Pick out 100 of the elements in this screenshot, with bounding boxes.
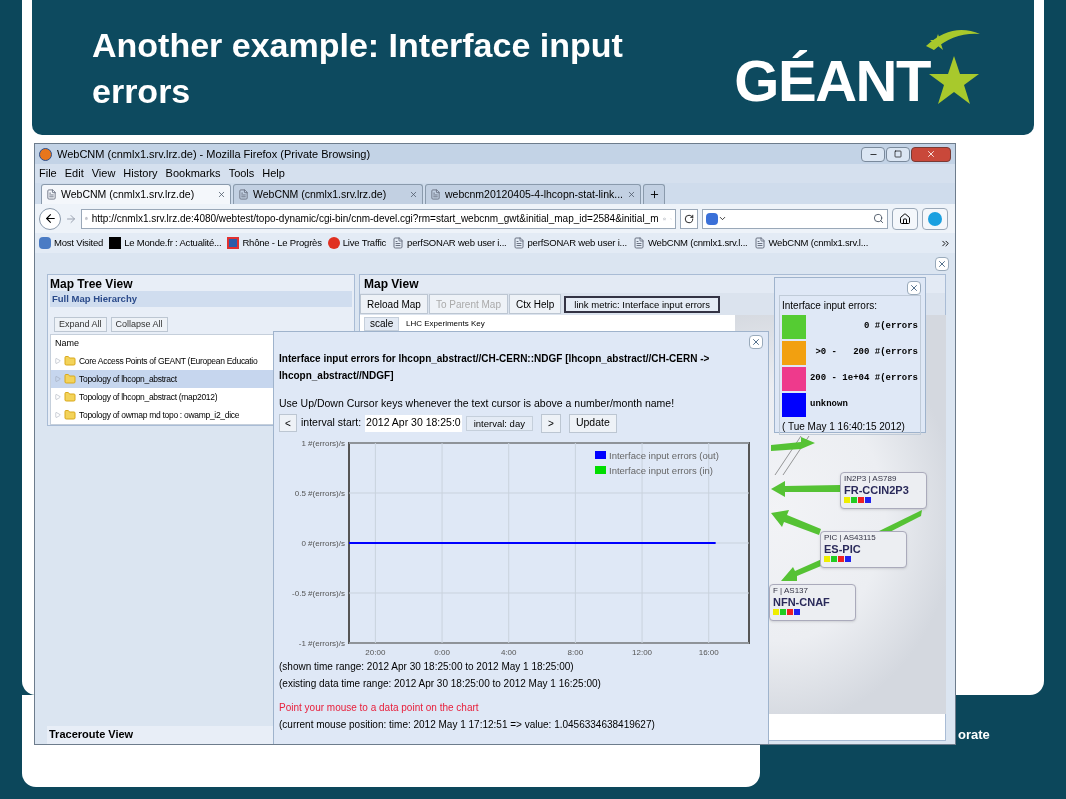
network-node[interactable]: F | AS137 NFN-CNAF bbox=[769, 584, 856, 621]
site-icon bbox=[227, 237, 240, 249]
expand-icon bbox=[55, 394, 61, 400]
expand-icon bbox=[55, 376, 61, 382]
dropdown-icon bbox=[718, 214, 727, 223]
close-icon bbox=[937, 259, 947, 269]
bookmark-link[interactable]: Most Visited bbox=[54, 235, 104, 251]
status-tags bbox=[773, 609, 800, 615]
close-icon bbox=[926, 149, 936, 159]
bookmark-link[interactable]: Le Monde.fr : Actualité... bbox=[124, 235, 222, 251]
back-button[interactable] bbox=[39, 207, 61, 230]
tree-item-label: Topology of owmap md topo : owamp_i2_dice bbox=[79, 408, 240, 422]
folder-icon bbox=[64, 373, 76, 385]
reload-button[interactable] bbox=[680, 208, 698, 229]
range-text: (shown time range: 2012 Apr 30 18:25:00 to 2012 May 1 18:25:00) bbox=[279, 659, 575, 674]
metric-label: link metric: Interface input errors bbox=[564, 295, 720, 313]
bookmark-link[interactable]: perfSONAR web user i... bbox=[527, 235, 627, 251]
tree-button[interactable]: Expand All bbox=[54, 317, 107, 332]
node-name: ES-PIC bbox=[824, 543, 862, 556]
key-title: LHC Experiments Key bbox=[406, 318, 485, 330]
tree-item-label: Core Access Points of GEANT (European Educatio bbox=[79, 354, 258, 368]
network-node[interactable]: PIC | AS43115 ES-PIC bbox=[820, 531, 907, 568]
bookmark-link[interactable]: WebCNM (cnmlx1.srv.l... bbox=[647, 235, 748, 251]
legend-item-label: unknown bbox=[809, 398, 849, 412]
column-header: Name bbox=[54, 337, 80, 350]
back-icon bbox=[43, 212, 57, 225]
bookmark-link[interactable]: Rhône - Le Progrès bbox=[242, 235, 322, 251]
node-subtitle: F | AS137 bbox=[773, 586, 809, 596]
toolbar-button[interactable]: Ctx Help bbox=[508, 294, 562, 314]
legend-item-label: >0 - 200 #(errors bbox=[814, 346, 918, 360]
tree-item-label: Topology of lhcopn_abstract (map2012) bbox=[79, 390, 218, 404]
chat-icon bbox=[928, 211, 942, 226]
y-tick-label: 1 #(errors)/s bbox=[301, 438, 345, 448]
x-tick-label: 0:00 bbox=[434, 647, 450, 657]
search-engine-icon bbox=[706, 212, 718, 225]
search-field[interactable] bbox=[702, 208, 888, 229]
close-button[interactable] bbox=[749, 335, 763, 349]
menu-item[interactable]: View bbox=[91, 165, 116, 182]
close-button[interactable] bbox=[935, 257, 949, 271]
url-field[interactable]: http://cnmlx1.srv.lrz.de:4080/webtest/topo-dynamic/cgi-bin/cnm-devel.cgi?rm=start_webcnm_gwt&initial_map_id=2584&initial_m bbox=[81, 208, 676, 229]
next-button[interactable]: > bbox=[540, 413, 561, 433]
y-tick-label: -0.5 #(errors)/s bbox=[292, 588, 345, 598]
legend-title: Interface input errors: bbox=[782, 299, 879, 313]
prompt-text: Point your mouse to a data point on the chart bbox=[279, 700, 480, 715]
range-text: (existing data time range: 2012 Apr 30 18:25:00 to 2012 May 1 16:25:00) bbox=[279, 676, 602, 691]
bookmark-link[interactable]: Live Traffic bbox=[342, 235, 387, 251]
folder-icon bbox=[64, 355, 76, 367]
folder-icon bbox=[64, 391, 76, 403]
scale-button[interactable]: scale bbox=[364, 317, 400, 331]
bookmarks-icon bbox=[39, 237, 51, 249]
legend-label: Interface input errors (in) bbox=[609, 464, 713, 476]
close-icon bbox=[751, 337, 761, 347]
x-tick-label: 4:00 bbox=[500, 647, 517, 657]
close-icon bbox=[409, 190, 418, 199]
minimize-button[interactable] bbox=[861, 146, 885, 162]
browser-tab[interactable]: webcnm20120405-4-lhcopn-stat-link... bbox=[425, 184, 641, 204]
expand-icon bbox=[55, 358, 61, 364]
browser-tab[interactable]: WebCNM (cnmlx1.srv.lrz.de) bbox=[41, 184, 231, 204]
tree-item-label: Topology of lhcopn_abstract bbox=[79, 372, 177, 386]
menu-item[interactable]: File bbox=[39, 165, 57, 182]
maximize-icon bbox=[894, 150, 902, 158]
node-name: FR-CCIN2P3 bbox=[844, 484, 910, 497]
tree-button[interactable]: Collapse All bbox=[110, 317, 168, 332]
url-text: http://cnmlx1.srv.lrz.de:4080/webtest/topo-dynamic/cgi-bin/cnm-devel.cgi?rm=start_webcnm_gwt&initial_map_id=2584&initial_m bbox=[91, 212, 659, 226]
menu-item[interactable]: History bbox=[123, 165, 158, 182]
browser-tab[interactable]: WebCNM (cnmlx1.srv.lrz.de) bbox=[233, 184, 423, 204]
tab-label: WebCNM (cnmlx1.srv.lrz.de) bbox=[61, 186, 195, 202]
section-header: Full Map Hierarchy bbox=[50, 291, 352, 307]
bookmark-link[interactable]: perfSONAR web user i... bbox=[407, 235, 507, 251]
x-tick-label: 20:00 bbox=[365, 647, 386, 657]
globe-icon bbox=[327, 237, 340, 249]
tab-label: webcnm20120405-4-lhcopn-stat-link... bbox=[445, 186, 623, 202]
legend-item-label: 0 #(errors bbox=[863, 320, 918, 334]
maximize-button[interactable] bbox=[886, 146, 910, 162]
legend-timestamp: ( Tue May 1 16:40:15 2012) bbox=[782, 420, 906, 434]
close-button[interactable] bbox=[911, 146, 951, 162]
slide-title: Another example: Interface input errors bbox=[92, 24, 624, 112]
close-button[interactable] bbox=[907, 281, 921, 295]
menu-item[interactable]: Tools bbox=[228, 165, 255, 182]
search-icon[interactable] bbox=[873, 213, 884, 224]
close-icon bbox=[217, 190, 226, 199]
start-date-field[interactable]: 2012 Apr 30 18:25:0 bbox=[365, 414, 462, 432]
y-tick-label: 0.5 #(errors)/s bbox=[294, 488, 345, 498]
toolbar-button[interactable]: Reload Map bbox=[360, 294, 428, 314]
expand-icon bbox=[55, 412, 61, 418]
folder-icon bbox=[64, 409, 76, 421]
previous-button[interactable]: < bbox=[279, 414, 297, 433]
update-button[interactable]: Update bbox=[568, 413, 617, 433]
interval-selector[interactable]: interval: day bbox=[465, 415, 533, 431]
bookmark-link[interactable]: WebCNM (cnmlx1.srv.l... bbox=[768, 235, 869, 251]
menu-item[interactable]: Help bbox=[262, 165, 285, 182]
close-icon bbox=[909, 283, 919, 293]
new-tab-button[interactable] bbox=[643, 184, 665, 204]
menu-item[interactable]: Edit bbox=[64, 165, 84, 182]
node-subtitle: IN2P3 | AS789 bbox=[844, 474, 898, 484]
home-button[interactable] bbox=[892, 207, 918, 230]
x-tick-label: 8:00 bbox=[567, 647, 584, 657]
menu-item[interactable]: Bookmarks bbox=[165, 165, 221, 182]
panel-title: Map Tree View bbox=[49, 276, 134, 291]
network-node[interactable]: IN2P3 | AS789 FR-CCIN2P3 bbox=[840, 472, 927, 509]
